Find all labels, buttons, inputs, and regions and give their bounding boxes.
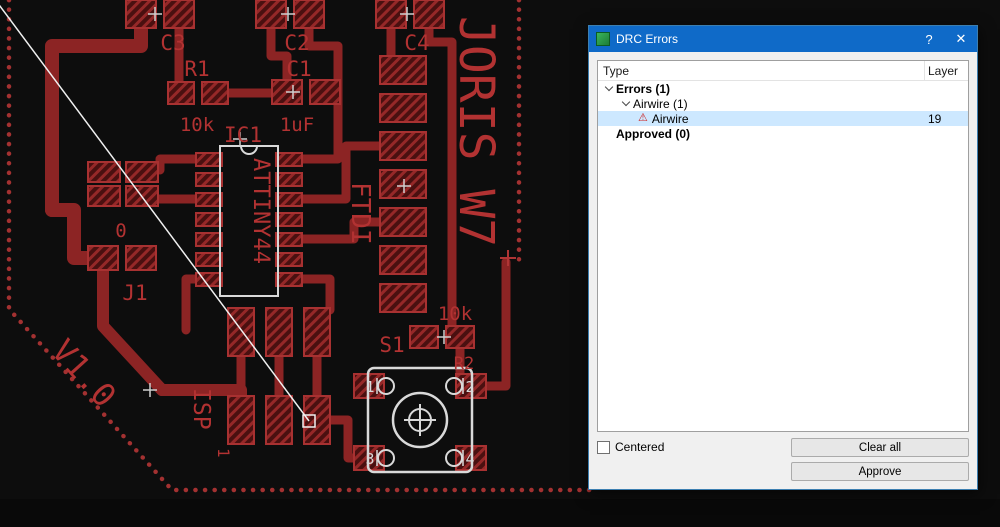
label-r0: 0 xyxy=(115,220,126,242)
label-r2-value: 10k xyxy=(438,303,473,325)
label-ic1: IC1 xyxy=(224,123,262,147)
warning-icon: ⚠ xyxy=(638,112,648,124)
chevron-down-icon[interactable] xyxy=(619,102,633,105)
chevron-down-icon[interactable] xyxy=(602,87,616,90)
column-header-layer[interactable]: Layer xyxy=(925,61,968,80)
label-c4: C4 xyxy=(404,31,429,55)
dialog-title: DRC Errors xyxy=(616,32,678,46)
label-s1: S1 xyxy=(379,333,404,357)
clear-all-button[interactable]: Clear all xyxy=(791,438,969,457)
dialog-titlebar[interactable]: DRC Errors ? ✕ xyxy=(589,26,977,52)
label-board-name: JORIS W7 xyxy=(448,16,504,247)
errors-group-label: Errors (1) xyxy=(616,81,671,96)
label-c2: C2 xyxy=(284,31,309,55)
approve-button[interactable]: Approve xyxy=(791,462,969,481)
label-r1-value: 10k xyxy=(180,114,215,136)
help-button[interactable]: ? xyxy=(913,26,945,52)
label-isp-pin1: 1 xyxy=(214,448,233,458)
tree-header: Type Layer xyxy=(598,61,968,81)
label-c3: C3 xyxy=(160,31,185,55)
tree-item-airwire-group[interactable]: Airwire (1) xyxy=(598,96,968,111)
drc-error-tree: Type Layer Errors (1) Airwire (1) ⚠ Airw… xyxy=(597,60,969,432)
drc-errors-dialog: DRC Errors ? ✕ Type Layer Errors (1) Air… xyxy=(588,25,978,490)
dialog-buttons: Clear all Approve xyxy=(791,438,969,481)
approved-group-label: Approved (0) xyxy=(616,126,691,141)
drc-dialog-icon xyxy=(596,32,610,46)
tree-item-airwire-error[interactable]: ⚠ Airwire 19 xyxy=(598,111,968,126)
label-sw-pin4: 4 xyxy=(465,450,474,468)
airwire-error-layer: 19 xyxy=(928,111,942,126)
label-sw-pin2: 2 xyxy=(465,378,474,396)
tree-rows: Errors (1) Airwire (1) ⚠ Airwire 19 Appr… xyxy=(598,81,968,431)
label-isp: ISP xyxy=(188,388,214,430)
column-header-type[interactable]: Type xyxy=(598,61,925,80)
eagle-board-window: C3 C2 C4 R1 C1 10k 1uF IC1 ATTINY44 FTDI… xyxy=(0,0,1000,527)
label-r1: R1 xyxy=(184,57,209,81)
canvas-bottom-strip xyxy=(0,499,1000,527)
tree-item-errors-group[interactable]: Errors (1) xyxy=(598,81,968,96)
tree-item-approved-group[interactable]: Approved (0) xyxy=(598,126,968,141)
label-c1: C1 xyxy=(286,57,311,81)
label-c1-value: 1uF xyxy=(280,114,314,136)
label-r2: R2 xyxy=(454,354,474,374)
label-sw-pin1: 1 xyxy=(365,378,374,396)
label-j1: J1 xyxy=(122,281,147,305)
checkbox-box[interactable] xyxy=(597,440,610,454)
close-button[interactable]: ✕ xyxy=(945,26,977,52)
label-sw-pin3: 3 xyxy=(365,450,374,468)
centered-label: Centered xyxy=(615,440,665,454)
centered-checkbox[interactable]: Centered xyxy=(597,440,664,454)
dialog-bottom-row: Centered Clear all Approve xyxy=(597,432,969,481)
dialog-body: Type Layer Errors (1) Airwire (1) ⚠ Airw… xyxy=(589,52,977,489)
label-ic1-part: ATTINY44 xyxy=(248,158,273,264)
airwire-group-label: Airwire (1) xyxy=(633,96,688,111)
airwire-error-label: Airwire xyxy=(651,111,689,126)
label-ftdi: FTDI xyxy=(345,182,375,245)
